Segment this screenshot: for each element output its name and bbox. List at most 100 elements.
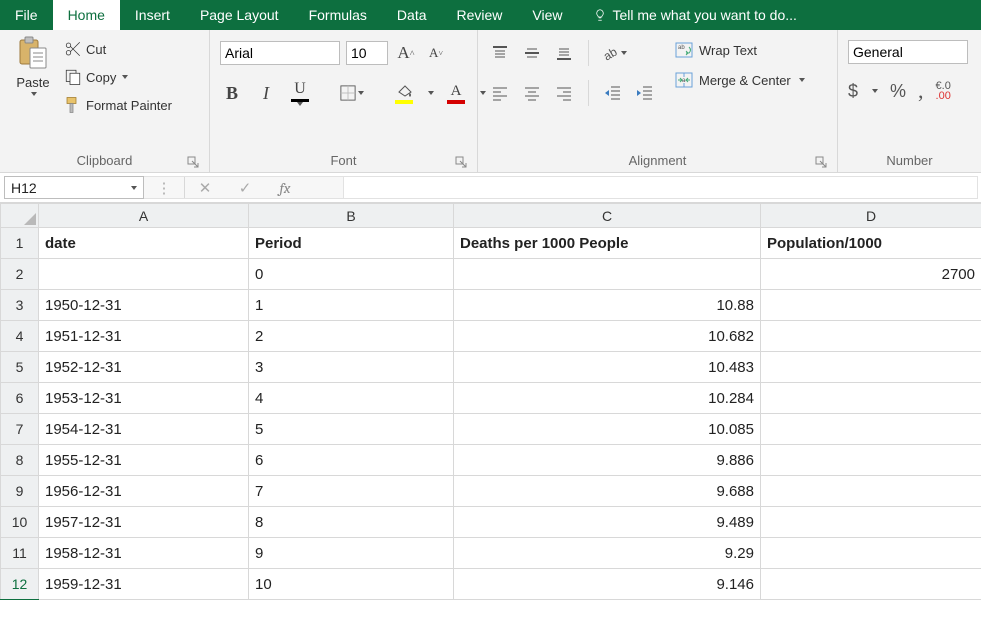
row-header[interactable]: 9 [1, 476, 39, 507]
cell-C12[interactable]: 9.146 [454, 569, 761, 600]
select-all-corner[interactable] [1, 204, 39, 228]
cell-D9[interactable] [761, 476, 981, 507]
cell-B7[interactable]: 5 [249, 414, 454, 445]
cell-C11[interactable]: 9.29 [454, 538, 761, 569]
cell-D7[interactable] [761, 414, 981, 445]
tab-page-layout[interactable]: Page Layout [185, 0, 294, 30]
cell-B11[interactable]: 9 [249, 538, 454, 569]
cell-D8[interactable] [761, 445, 981, 476]
format-painter-button[interactable]: Format Painter [64, 96, 172, 114]
tab-formulas[interactable]: Formulas [294, 0, 382, 30]
cell-C7[interactable]: 10.085 [454, 414, 761, 445]
fill-color-dropdown-icon[interactable] [428, 91, 434, 95]
cell-A10[interactable]: 1957-12-31 [39, 507, 249, 538]
fill-color-button[interactable] [392, 80, 416, 106]
copy-dropdown-icon[interactable] [122, 75, 128, 79]
col-header-B[interactable]: B [249, 204, 454, 228]
cell-C6[interactable]: 10.284 [454, 383, 761, 414]
col-header-C[interactable]: C [454, 204, 761, 228]
font-name-select[interactable] [220, 41, 340, 65]
cell-D3[interactable] [761, 290, 981, 321]
wrap-text-button[interactable]: ab Wrap Text [675, 42, 805, 58]
paste-label[interactable]: Paste [16, 75, 49, 90]
cell-B2[interactable]: 0 [249, 259, 454, 290]
cell-D5[interactable] [761, 352, 981, 383]
cell-B6[interactable]: 4 [249, 383, 454, 414]
tell-me-search[interactable]: Tell me what you want to do... [578, 0, 981, 30]
row-header[interactable]: 5 [1, 352, 39, 383]
cell-D2[interactable]: 2700 [761, 259, 981, 290]
cell-C3[interactable]: 10.88 [454, 290, 761, 321]
cancel-formula-button[interactable]: ✕ [185, 179, 225, 197]
worksheet[interactable]: A B C D 1datePeriodDeaths per 1000 Peopl… [0, 203, 981, 600]
cell-A5[interactable]: 1952-12-31 [39, 352, 249, 383]
italic-button[interactable]: I [254, 80, 278, 106]
underline-button[interactable]: U [288, 80, 312, 106]
cell-C2[interactable] [454, 259, 761, 290]
increase-decimal-button[interactable]: €.0.00 [936, 81, 951, 101]
fx-icon[interactable]: fx [265, 179, 305, 197]
tab-home[interactable]: Home [53, 0, 120, 30]
clipboard-launcher-icon[interactable] [187, 156, 199, 168]
merge-center-button[interactable]: a Merge & Center [675, 72, 805, 88]
formula-input[interactable] [344, 176, 978, 199]
cell-A9[interactable]: 1956-12-31 [39, 476, 249, 507]
accept-formula-button[interactable]: ✓ [225, 179, 265, 197]
orientation-button[interactable]: ab [601, 40, 627, 66]
number-format-select[interactable] [848, 40, 968, 64]
row-header[interactable]: 12 [1, 569, 39, 600]
cell-A3[interactable]: 1950-12-31 [39, 290, 249, 321]
cell-A2[interactable] [39, 259, 249, 290]
cell-A6[interactable]: 1953-12-31 [39, 383, 249, 414]
row-header[interactable]: 4 [1, 321, 39, 352]
decrease-font-button[interactable]: A˅ [424, 40, 448, 66]
cell-A4[interactable]: 1951-12-31 [39, 321, 249, 352]
tab-insert[interactable]: Insert [120, 0, 185, 30]
currency-button[interactable]: $ [848, 81, 858, 102]
align-bottom-button[interactable] [552, 40, 576, 66]
cell-C1[interactable]: Deaths per 1000 People [454, 228, 761, 259]
align-right-button[interactable] [552, 80, 576, 106]
row-header[interactable]: 2 [1, 259, 39, 290]
cell-C5[interactable]: 10.483 [454, 352, 761, 383]
cell-B8[interactable]: 6 [249, 445, 454, 476]
alignment-launcher-icon[interactable] [815, 156, 827, 168]
tab-review[interactable]: Review [442, 0, 518, 30]
paste-button[interactable] [15, 36, 51, 73]
cell-C9[interactable]: 9.688 [454, 476, 761, 507]
currency-dropdown-icon[interactable] [872, 89, 878, 93]
cell-C10[interactable]: 9.489 [454, 507, 761, 538]
col-header-A[interactable]: A [39, 204, 249, 228]
row-header[interactable]: 6 [1, 383, 39, 414]
row-header[interactable]: 8 [1, 445, 39, 476]
cell-C4[interactable]: 10.682 [454, 321, 761, 352]
name-box-dropdown-icon[interactable] [131, 186, 137, 190]
row-header[interactable]: 1 [1, 228, 39, 259]
align-top-button[interactable] [488, 40, 512, 66]
tab-file[interactable]: File [0, 0, 53, 30]
cell-B5[interactable]: 3 [249, 352, 454, 383]
cell-B10[interactable]: 8 [249, 507, 454, 538]
cell-B1[interactable]: Period [249, 228, 454, 259]
cell-A12[interactable]: 1959-12-31 [39, 569, 249, 600]
cell-B4[interactable]: 2 [249, 321, 454, 352]
cell-D6[interactable] [761, 383, 981, 414]
cut-button[interactable]: Cut [64, 40, 172, 58]
align-middle-button[interactable] [520, 40, 544, 66]
comma-button[interactable]: , [918, 78, 924, 104]
tab-data[interactable]: Data [382, 0, 442, 30]
cell-D11[interactable] [761, 538, 981, 569]
font-launcher-icon[interactable] [455, 156, 467, 168]
font-size-select[interactable] [346, 41, 388, 65]
align-center-button[interactable] [520, 80, 544, 106]
cell-C8[interactable]: 9.886 [454, 445, 761, 476]
cell-B9[interactable]: 7 [249, 476, 454, 507]
tab-view[interactable]: View [517, 0, 577, 30]
cell-B3[interactable]: 1 [249, 290, 454, 321]
cell-B12[interactable]: 10 [249, 569, 454, 600]
increase-font-button[interactable]: A˄ [394, 40, 418, 66]
cell-D10[interactable] [761, 507, 981, 538]
row-header[interactable]: 7 [1, 414, 39, 445]
percent-button[interactable]: % [890, 81, 906, 102]
cell-D1[interactable]: Population/1000 [761, 228, 981, 259]
